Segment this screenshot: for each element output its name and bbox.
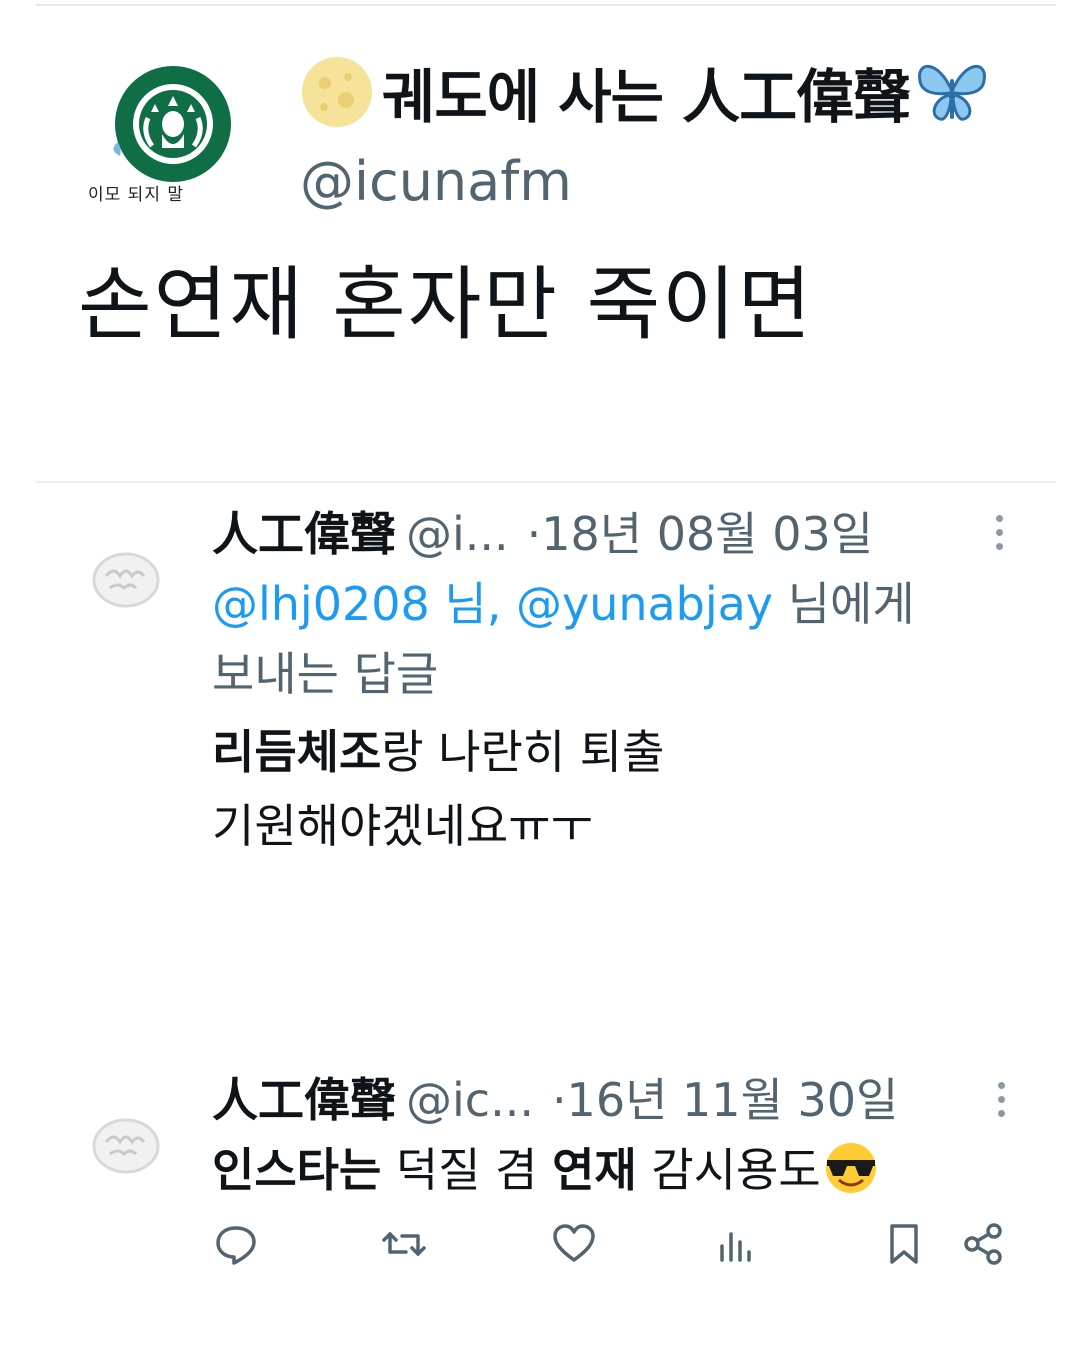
more-options-icon[interactable] bbox=[996, 1082, 1006, 1122]
retweet-icon[interactable] bbox=[380, 1220, 428, 1268]
reply-author-handle[interactable]: @ic... bbox=[406, 1073, 534, 1127]
more-options-icon[interactable] bbox=[994, 515, 1004, 555]
tweet-action-bar bbox=[0, 1220, 1080, 1270]
like-icon[interactable] bbox=[550, 1220, 598, 1268]
main-tweet-text: 손연재 혼자만 죽이면 bbox=[78, 258, 814, 351]
reply-to-suffix: 님에게 bbox=[773, 577, 915, 631]
butterfly-icon bbox=[918, 64, 987, 121]
reply-mentions[interactable]: @lhj0208 님, @yunabjay bbox=[212, 577, 773, 631]
reply-icon[interactable] bbox=[212, 1220, 260, 1268]
reply-author-name[interactable]: 人工偉聲 bbox=[212, 1064, 396, 1130]
reply-text-bold-1: 인스타는 bbox=[212, 1143, 382, 1197]
reply-text-rest: 랑 나란히 퇴출 bbox=[381, 725, 665, 779]
reply-to-line: @lhj0208 님, @yunabjay 님에게 bbox=[212, 568, 915, 634]
moon-icon bbox=[302, 57, 372, 127]
top-divider bbox=[36, 4, 1056, 6]
reply-text-4: 감시용도 bbox=[636, 1143, 821, 1197]
reply-author-handle[interactable]: @i... bbox=[406, 507, 509, 561]
reply-text-line1: 리듬체조랑 나란히 퇴출 bbox=[212, 716, 664, 782]
reply-to-line2: 보내는 답글 bbox=[212, 647, 439, 701]
reply-header: 人工偉聲 @i... ·18년 08월 03일 bbox=[212, 498, 873, 564]
reply-date[interactable]: ·16년 11월 30일 bbox=[552, 1064, 898, 1130]
reply-avatar[interactable] bbox=[88, 540, 164, 616]
reply-text-bold: 리듬체조 bbox=[212, 725, 382, 779]
reply-text-line2: 기원해야겠네요ㅠㅜ bbox=[212, 799, 593, 853]
bookmark-icon[interactable] bbox=[880, 1220, 928, 1268]
reply-text-line1: 인스타는 덕질 겸 연재 감시용도 bbox=[212, 1134, 881, 1200]
profile-name-row: 궤도에 사는 人工偉聲 bbox=[300, 52, 990, 132]
display-name: 궤도에 사는 人工偉聲 bbox=[382, 63, 911, 131]
reply-header: 人工偉聲 @ic... ·16년 11월 30일 bbox=[212, 1064, 898, 1130]
views-icon[interactable] bbox=[712, 1220, 760, 1268]
reply-text-bold-3: 연재 bbox=[552, 1143, 637, 1197]
reply-text-2: 덕질 겸 bbox=[381, 1143, 553, 1197]
share-icon[interactable] bbox=[960, 1220, 1008, 1268]
profile-handle[interactable]: @icunafm bbox=[300, 150, 572, 213]
reply-avatar[interactable] bbox=[88, 1106, 164, 1182]
reply-date[interactable]: ·18년 08월 03일 bbox=[527, 498, 873, 564]
reply-author-name[interactable]: 人工偉聲 bbox=[212, 498, 396, 564]
avatar-caption: 이모 되지 말 bbox=[88, 185, 185, 205]
section-divider bbox=[36, 481, 1056, 483]
sunglasses-emoji bbox=[825, 1143, 876, 1193]
